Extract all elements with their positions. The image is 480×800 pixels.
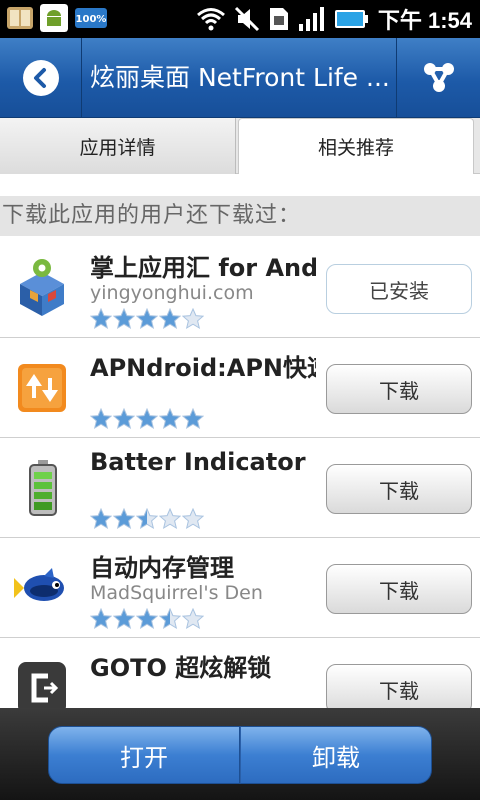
star-icon <box>90 308 112 330</box>
system-icons: 下午 1:54 <box>196 3 472 35</box>
fish-icon <box>14 568 64 601</box>
star-icon <box>159 408 181 430</box>
svg-text:100%: 100% <box>76 14 107 25</box>
tab-related-recommendations[interactable]: 相关推荐 <box>238 118 474 174</box>
uninstall-button[interactable]: 卸载 <box>240 726 432 784</box>
battery-icon <box>29 460 57 516</box>
star-icon <box>90 408 112 430</box>
star-icon <box>136 308 158 330</box>
star-icon <box>182 608 204 630</box>
star-icon <box>113 608 135 630</box>
share-icon <box>423 63 454 92</box>
app-developer: yingyonghui.com <box>90 282 254 304</box>
page-title: 炫丽桌面 NetFront Life ... <box>90 63 390 92</box>
clock: 下午 1:54 <box>377 8 472 33</box>
mute-icon <box>234 6 259 32</box>
star-icon <box>113 508 135 530</box>
book-icon <box>7 7 33 29</box>
signal-icon <box>298 7 324 31</box>
app-name: Batter Indicator Pro <box>90 448 316 476</box>
list-item[interactable]: 掌上应用汇 for Android yingyonghui.com 已安装 <box>0 238 480 338</box>
app-name: 自动内存管理 <box>90 554 234 582</box>
bottom-action-bar: 打开 卸载 <box>0 708 480 800</box>
wifi-icon <box>196 8 225 31</box>
share-button[interactable] <box>396 38 480 118</box>
download-button[interactable]: 下载 <box>326 364 472 414</box>
star-icon <box>136 408 158 430</box>
battery-indicator-icon: 100% <box>75 8 107 28</box>
star-icon <box>113 308 135 330</box>
section-heading: 下载此应用的用户还下载过： <box>0 196 480 236</box>
rating-stars <box>90 308 204 330</box>
star-icon <box>113 408 135 430</box>
app-developer: MadSquirrel's Den <box>90 582 263 604</box>
tab-app-details[interactable]: 应用详情 <box>0 118 236 174</box>
notification-icons: 100% <box>6 4 108 32</box>
list-item[interactable]: APNdroid:APN快速开关 下载 <box>0 338 480 438</box>
star-icon <box>136 508 158 530</box>
download-button[interactable]: 下载 <box>326 464 472 514</box>
star-icon <box>182 308 204 330</box>
star-icon <box>90 608 112 630</box>
rating-stars <box>90 408 204 430</box>
installed-button[interactable]: 已安装 <box>326 264 472 314</box>
download-button[interactable]: 下载 <box>326 664 472 714</box>
download-button[interactable]: 下载 <box>326 564 472 614</box>
app-name: GOTO 超炫解锁 <box>90 654 272 682</box>
rating-stars <box>90 608 204 630</box>
android-icon <box>40 4 68 32</box>
apn-toggle-icon <box>18 364 66 412</box>
app-list: 掌上应用汇 for Android yingyonghui.com 已安装 AP… <box>0 238 480 738</box>
back-button[interactable] <box>0 38 82 118</box>
back-icon <box>22 60 59 96</box>
app-name: APNdroid:APN快速开关 <box>90 354 316 382</box>
app-name: 掌上应用汇 for Android <box>90 254 316 282</box>
title-bar: 炫丽桌面 NetFront Life ... <box>0 38 480 118</box>
list-item[interactable]: Batter Indicator Pro 下载 <box>0 438 480 538</box>
star-icon <box>136 608 158 630</box>
sim-icon <box>269 8 288 30</box>
status-bar: 100% 下午 1:54 <box>0 0 480 38</box>
rating-stars <box>90 508 204 530</box>
star-icon <box>159 608 181 630</box>
star-icon <box>90 508 112 530</box>
list-item[interactable]: 自动内存管理 MadSquirrel's Den 下载 <box>0 538 480 638</box>
cube-gear-icon <box>20 259 64 316</box>
open-button[interactable]: 打开 <box>48 726 240 784</box>
star-icon <box>182 508 204 530</box>
battery-icon <box>334 10 368 28</box>
star-icon <box>159 508 181 530</box>
star-icon <box>159 308 181 330</box>
tab-bar: 应用详情 相关推荐 <box>0 118 480 174</box>
star-icon <box>182 408 204 430</box>
